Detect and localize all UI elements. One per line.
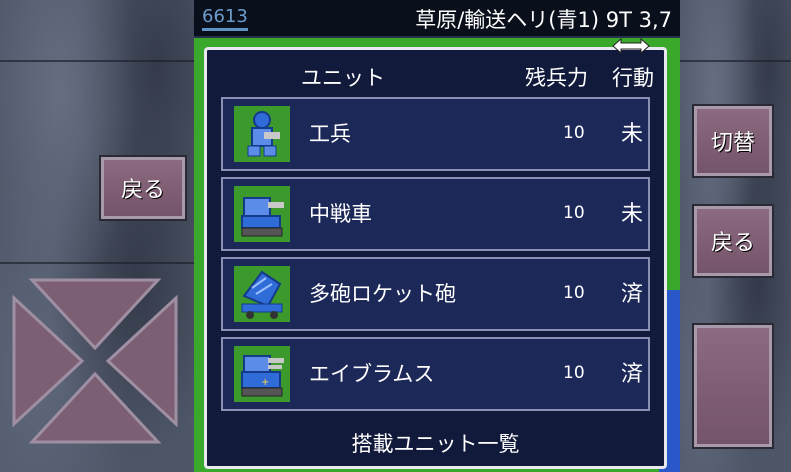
dpad[interactable] <box>10 276 180 446</box>
medium-tank-icon <box>234 186 290 242</box>
dialog-title: 搭載ユニット一覧 <box>351 432 520 456</box>
unit-hp: 10 <box>563 203 585 223</box>
unit-row[interactable]: 多砲ロケット砲 10 済 <box>221 257 650 331</box>
cargo-unit-dialog: ユニット 残兵力 行動 工兵 10 未 中戦車 10 未 多砲ロケット砲 10 … <box>204 47 667 469</box>
unit-hp: 10 <box>563 363 585 383</box>
rocket-launcher-icon <box>234 266 290 322</box>
header-unit: ユニット <box>301 66 385 90</box>
unit-action-status: 済 <box>621 362 644 387</box>
unit-name: 中戦車 <box>309 202 372 226</box>
unit-hp: 10 <box>563 123 585 143</box>
switch-button[interactable]: 切替 <box>692 104 774 178</box>
header-hp: 残兵力 <box>525 66 588 90</box>
abrams-tank-icon: + <box>234 346 290 402</box>
header-action: 行動 <box>612 66 654 90</box>
panel-seam <box>0 60 196 62</box>
unit-row[interactable]: + エイブラムス 10 済 <box>221 337 650 411</box>
unit-row[interactable]: 工兵 10 未 <box>221 97 650 171</box>
funds-counter: 6613 <box>202 6 248 31</box>
action-button[interactable] <box>692 323 774 449</box>
unit-name: 工兵 <box>309 122 351 146</box>
unit-action-status: 済 <box>621 282 644 307</box>
unit-action-status: 未 <box>621 122 644 147</box>
engineer-icon <box>234 106 290 162</box>
panel-seam <box>680 60 791 62</box>
unit-name: 多砲ロケット砲 <box>309 282 456 306</box>
resize-handle-icon[interactable] <box>611 36 651 56</box>
back-button-left[interactable]: 戻る <box>99 155 187 221</box>
unit-name: エイブラムス <box>309 362 435 386</box>
unit-action-status: 未 <box>621 202 644 227</box>
unit-row[interactable]: 中戦車 10 未 <box>221 177 650 251</box>
status-bar: 6613 草原/輸送ヘリ(青1) 9T 3,7 <box>194 0 680 38</box>
svg-text:+: + <box>261 377 269 388</box>
terrain-unit-status: 草原/輸送ヘリ(青1) 9T 3,7 <box>415 8 672 32</box>
panel-seam <box>0 262 196 264</box>
back-button-right[interactable]: 戻る <box>692 204 774 278</box>
unit-hp: 10 <box>563 283 585 303</box>
